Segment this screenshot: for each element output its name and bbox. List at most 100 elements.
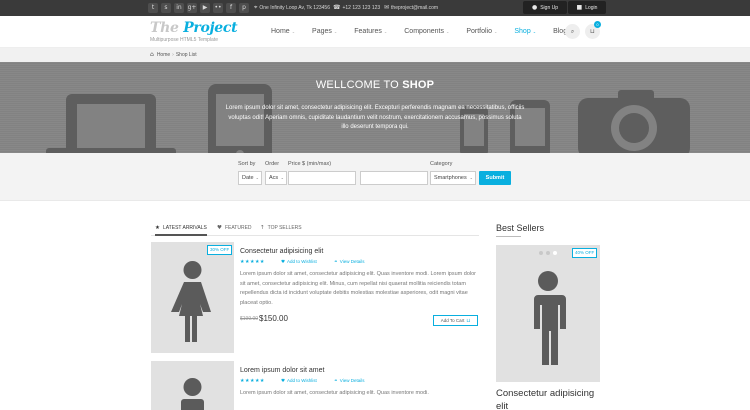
best-seller-title[interactable]: Consectetur adipisicing elit [496,387,606,410]
star-icon: ★ [155,225,160,231]
hero-title-prefix: WELLCOME TO [315,79,399,91]
best-seller-image[interactable]: 40% OFF [496,245,600,382]
best-sellers-title: Best Sellers [496,223,545,233]
add-to-wishlist-link[interactable]: ♥ Add to Wishlist [281,259,317,265]
order-select[interactable]: Acs ⌄ [265,171,287,185]
details-label: View Details [339,378,365,383]
rating-stars: ★★★★★ [240,378,265,384]
chevron-down-icon: ⌄ [333,29,338,34]
price-max-input[interactable] [360,171,428,185]
rating-stars: ★★★★★ [240,259,265,265]
nav-label: Pages [312,28,332,35]
view-details-link[interactable]: ⚭ View Details [334,378,364,384]
details-label: View Details [339,259,365,264]
sort-value: Date [242,175,254,181]
hero-title: WELLCOME TO SHOP [0,79,750,91]
filter-bar: Sort by Date ⌄ Order Acs ⌄ Price $ (min/ma… [0,153,750,201]
sort-select[interactable]: Date ⌄ [238,171,262,185]
nav-label: Shop [514,28,531,35]
user-icon: ● [531,4,538,11]
facebook-icon[interactable]: f [226,3,236,13]
home-icon: ⌂ [150,51,154,58]
logo-project: Project [183,20,238,36]
nav-item-components[interactable]: Components ⌄ [404,28,449,35]
link-icon: ⚭ [334,260,338,265]
carousel-dot[interactable] [539,251,543,255]
add-to-cart-label: Add To Cart [440,318,465,323]
camera-icon [578,90,690,153]
search-icon: ⌕ [570,28,575,35]
product-image[interactable]: 30% OFF [151,242,234,353]
google-plus-icon[interactable]: g+ [187,3,197,13]
phone-icon: ☎ [333,4,341,11]
youtube-icon[interactable]: ▶ [200,3,210,13]
twitter-icon[interactable]: t [148,3,158,13]
female-figure-icon [171,261,211,342]
add-to-wishlist-link[interactable]: ♥ Add to Wishlist [281,378,317,384]
nav-label: Home [271,28,290,35]
pinterest-icon[interactable]: p [239,3,249,13]
price-min-input[interactable] [288,171,356,185]
search-button[interactable]: ⌕ [565,24,580,39]
sign-up-button[interactable]: ● Sign Up [523,1,567,14]
main-nav: Home ⌄ Pages ⌄ Features ⌄ Components ⌄ Portf… [271,28,589,35]
sign-up-label: Sign Up [540,5,559,11]
nav-item-pages[interactable]: Pages ⌄ [312,28,337,35]
view-details-link[interactable]: ⚭ View Details [334,259,364,265]
discount-badge: 40% OFF [572,248,598,258]
chevron-down-icon: ⌄ [291,29,296,34]
tab-label: TOP SELLERS [267,225,302,231]
tab-featured[interactable]: ♥ FEATURED [217,224,252,236]
flickr-icon[interactable]: •• [213,3,223,13]
lock-icon: ■ [576,4,583,11]
email-info[interactable]: ✉ theproject@mail.com [384,3,438,13]
product-tabs: ★ LATEST ARRIVALS ♥ FEATURED ↑ TOP SELLERS [151,224,479,236]
phone-text: +12 123 123 123 [342,5,381,11]
address-info: ⌖ One Infinity Loop Av, Tk 123456 [254,3,330,13]
chevron-down-icon: ⌄ [255,175,259,180]
wishlist-label: Add to Wishlist [287,378,317,383]
sort-label: Sort by [238,161,256,167]
breadcrumb: ⌂ Home › Shop List [0,48,750,62]
top-bar: t s in g+ ▶ •• f p ⌖ One Infinity Loop Av… [0,0,750,16]
site-header: The Project Multipurpose HTML5 Template … [0,16,750,48]
order-label: Order [265,161,280,167]
category-select[interactable]: Smartphones ⌄ [430,171,476,185]
order-value: Acs [269,175,279,181]
heart-icon: ♥ [281,260,286,265]
product-description: Lorem ipsum dolor sit amet, consectetur … [240,390,429,396]
carousel-dot[interactable] [546,251,550,255]
category-value: Smartphones [434,175,467,181]
arrow-up-icon: ↑ [260,225,265,231]
logo[interactable]: The Project [150,20,238,36]
chevron-down-icon: ⌄ [469,175,473,180]
product-image[interactable] [151,361,234,410]
nav-item-home[interactable]: Home ⌄ [271,28,295,35]
title-underline [496,236,521,237]
submit-button[interactable]: Submit [479,171,511,185]
tab-label: FEATURED [224,225,252,231]
nav-item-features[interactable]: Features ⌄ [354,28,387,35]
tab-latest-arrivals[interactable]: ★ LATEST ARRIVALS [155,224,207,236]
hero-text: Lorem ipsum dolor sit amet, consectetur … [225,105,525,130]
product-title[interactable]: Consectetur adipisicing elit [240,248,323,255]
product-title[interactable]: Lorem ipsum dolor sit amet [240,367,324,374]
heart-icon: ♥ [217,225,222,231]
skype-icon[interactable]: s [161,3,171,13]
map-pin-icon: ⌖ [254,4,258,11]
tab-top-sellers[interactable]: ↑ TOP SELLERS [260,224,302,236]
hero-title-bold: SHOP [402,79,435,91]
email-text[interactable]: theproject@mail.com [391,5,438,11]
carousel-dot-active[interactable] [553,251,557,255]
login-button[interactable]: ■ Login [568,1,606,14]
nav-item-shop[interactable]: Shop ⌄ [514,28,536,35]
tab-label: LATEST ARRIVALS [162,225,207,231]
nav-item-portfolio[interactable]: Portfolio ⌄ [466,28,497,35]
chevron-down-icon: ⌄ [494,29,498,34]
address-text: One Infinity Loop Av, Tk 123456 [259,5,330,11]
nav-label: Portfolio [466,28,492,35]
breadcrumb-home[interactable]: Home [157,52,170,58]
add-to-cart-button[interactable]: Add To Cart ⊔ [433,315,478,326]
linkedin-icon[interactable]: in [174,3,184,13]
category-label: Category [430,161,453,167]
